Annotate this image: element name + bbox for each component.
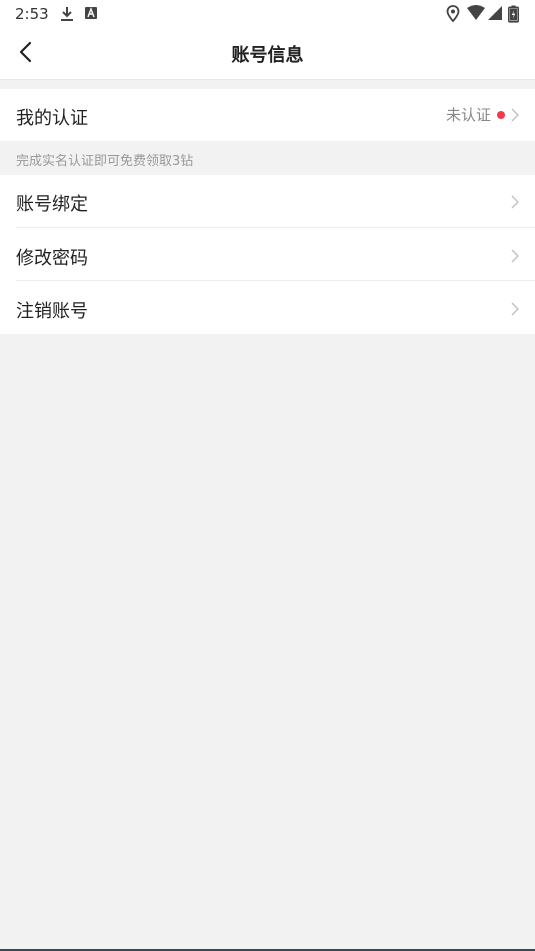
status-time: 2:53 (15, 5, 49, 23)
menu-item-account-binding[interactable]: 账号绑定 (0, 175, 535, 228)
chevron-right-icon (511, 301, 520, 320)
menu-item-change-password[interactable]: 修改密码 (0, 228, 535, 281)
menu-item-label: 账号绑定 (16, 194, 88, 215)
verification-label: 我的认证 (16, 108, 88, 129)
location-icon (446, 5, 460, 27)
verification-status: 未认证 (445, 106, 491, 124)
battery-icon (508, 5, 519, 27)
download-icon (59, 5, 75, 27)
verification-hint: 完成实名认证即可免费领取3钻 (16, 154, 194, 169)
status-bar: 2:53 (0, 0, 535, 28)
menu-item-label: 修改密码 (16, 248, 88, 269)
my-verification-row[interactable]: 我的认证 未认证 (0, 89, 535, 141)
chevron-right-icon (511, 248, 520, 267)
keyboard-a-icon (84, 5, 98, 25)
wifi-icon (467, 5, 485, 25)
status-dot (497, 111, 505, 119)
nav-bar: 账号信息 (0, 28, 535, 80)
chevron-right-icon (511, 194, 520, 213)
page-title: 账号信息 (231, 45, 304, 66)
menu-item-delete-account[interactable]: 注销账号 (0, 281, 535, 334)
signal-icon (487, 5, 503, 25)
chevron-right-icon (511, 107, 520, 126)
menu-item-label: 注销账号 (16, 301, 88, 322)
